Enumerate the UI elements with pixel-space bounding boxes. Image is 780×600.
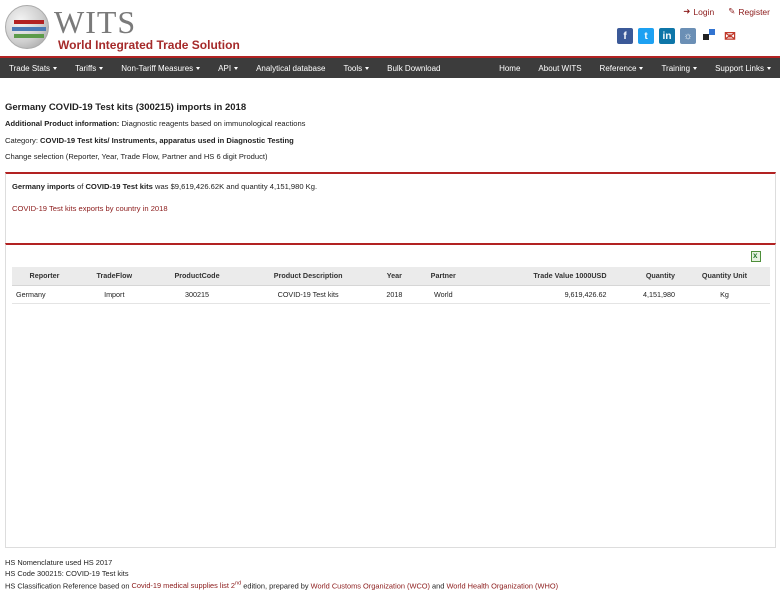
- caret-down-icon: [767, 66, 771, 70]
- main-nav: Trade Stats Tariffs Non-Tariff Measures API…: [0, 56, 780, 78]
- table-cell: Kg: [678, 285, 770, 304]
- logo-wits-text[interactable]: WITS: [54, 5, 136, 39]
- column-header[interactable]: Quantity: [610, 267, 679, 286]
- column-header[interactable]: Year: [373, 267, 415, 286]
- login-link[interactable]: ➜ Login: [683, 6, 714, 17]
- delicious-icon[interactable]: [701, 28, 717, 44]
- logo-full-name[interactable]: World Integrated Trade Solution: [58, 38, 240, 52]
- facebook-icon[interactable]: f: [617, 28, 633, 44]
- twitter-icon[interactable]: t: [638, 28, 654, 44]
- caret-down-icon: [639, 66, 644, 70]
- rss-icon[interactable]: ☼: [680, 28, 696, 44]
- category-info: Category: COVID-19 Test kits/ Instrument…: [5, 136, 294, 145]
- table-row: Germany Import 300215 COVID-19 Test kits 201…: [12, 285, 770, 304]
- hs-classification-note: HS Classification Reference based on Cov…: [5, 581, 559, 591]
- column-header[interactable]: Reporter: [12, 267, 77, 286]
- summary-text: Germany imports of COVID-19 Test kits wa…: [12, 182, 318, 191]
- nav-item-support-links[interactable]: Support Links: [706, 58, 780, 78]
- caret-down-icon: [99, 66, 104, 70]
- column-header[interactable]: Trade Value 1000USD: [471, 267, 611, 286]
- summary-panel: Germany imports of COVID-19 Test kits wa…: [5, 172, 776, 243]
- excel-export-icon[interactable]: [751, 251, 761, 262]
- column-header[interactable]: Quantity Unit: [678, 267, 770, 286]
- wits-globe-logo[interactable]: [5, 5, 49, 49]
- hs-code-note: HS Code 300215: COVID-19 Test kits: [5, 569, 129, 578]
- column-header[interactable]: Product Description: [242, 267, 374, 286]
- column-header[interactable]: Partner: [414, 267, 472, 286]
- email-icon[interactable]: ✉: [722, 28, 738, 44]
- nav-item-tariffs[interactable]: Tariffs: [66, 58, 112, 78]
- column-header[interactable]: TradeFlow: [77, 267, 152, 286]
- social-links: f t in ☼ ✉: [617, 28, 738, 44]
- additional-product-info: Additional Product information: Diagnost…: [5, 119, 306, 128]
- data-panel: ReporterTradeFlowProductCodeProduct Desc…: [5, 243, 776, 548]
- nav-item-reference[interactable]: Reference: [591, 58, 653, 78]
- trade-data-table: Reporter TradeFlow ProductCode Product Desc…: [12, 267, 770, 304]
- nav-item-trade-stats[interactable]: Trade Stats: [0, 58, 66, 78]
- account-links: ➜ Login ✎ Register: [683, 6, 770, 17]
- caret-down-icon: [196, 66, 201, 70]
- caret-down-icon: [53, 66, 58, 70]
- register-link[interactable]: ✎ Register: [728, 6, 770, 17]
- table-cell: 4,151,980: [610, 285, 679, 304]
- register-icon: ✎: [728, 6, 736, 16]
- caret-down-icon: [693, 66, 698, 70]
- nav-item-about-wits[interactable]: About WITS: [529, 58, 590, 78]
- site-header: WITS World Integrated Trade Solution ➜ L…: [0, 0, 780, 56]
- table-cell: 300215: [151, 285, 243, 304]
- wco-link[interactable]: World Customs Organization (WCO): [311, 581, 430, 590]
- column-header[interactable]: ProductCode: [151, 267, 243, 286]
- who-link[interactable]: World Health Organization (WHO): [446, 581, 558, 590]
- table-cell: COVID-19 Test kits: [242, 285, 374, 304]
- table-cell: Germany: [12, 285, 77, 304]
- page-title: Germany COVID-19 Test kits (300215) impo…: [5, 102, 247, 113]
- login-icon: ➜: [683, 6, 691, 16]
- table-header-row: Reporter TradeFlow ProductCode Product Desc…: [12, 267, 770, 286]
- nav-item-tools[interactable]: Tools: [334, 58, 378, 78]
- table-cell: 2018: [373, 285, 415, 304]
- nav-item-non-tariff-measures[interactable]: Non-Tariff Measures: [112, 58, 209, 78]
- nav-item-training[interactable]: Training: [652, 58, 706, 78]
- covid-supplies-list-link[interactable]: Covid-19 medical supplies list 2nd: [132, 581, 242, 590]
- exports-by-country-link[interactable]: COVID-19 Test kits exports by country in…: [12, 204, 168, 213]
- nav-item-home[interactable]: Home: [490, 58, 529, 78]
- caret-down-icon: [365, 66, 370, 70]
- nav-item-bulk-download[interactable]: Bulk Download: [378, 58, 449, 78]
- caret-down-icon: [234, 66, 239, 70]
- table-cell: Import: [77, 285, 152, 304]
- table-cell: 9,619,426.62: [471, 285, 611, 304]
- change-selection-link[interactable]: Change selection (Reporter, Year, Trade …: [5, 152, 268, 161]
- nav-item-analytical-database[interactable]: Analytical database: [247, 58, 334, 78]
- linkedin-icon[interactable]: in: [659, 28, 675, 44]
- nav-item-api[interactable]: API: [209, 58, 247, 78]
- footer-notes: HS Nomenclature used HS 2017 HS Code 300…: [5, 557, 558, 591]
- table-cell: World: [414, 285, 472, 304]
- hs-nomenclature-note: HS Nomenclature used HS 2017: [5, 558, 113, 567]
